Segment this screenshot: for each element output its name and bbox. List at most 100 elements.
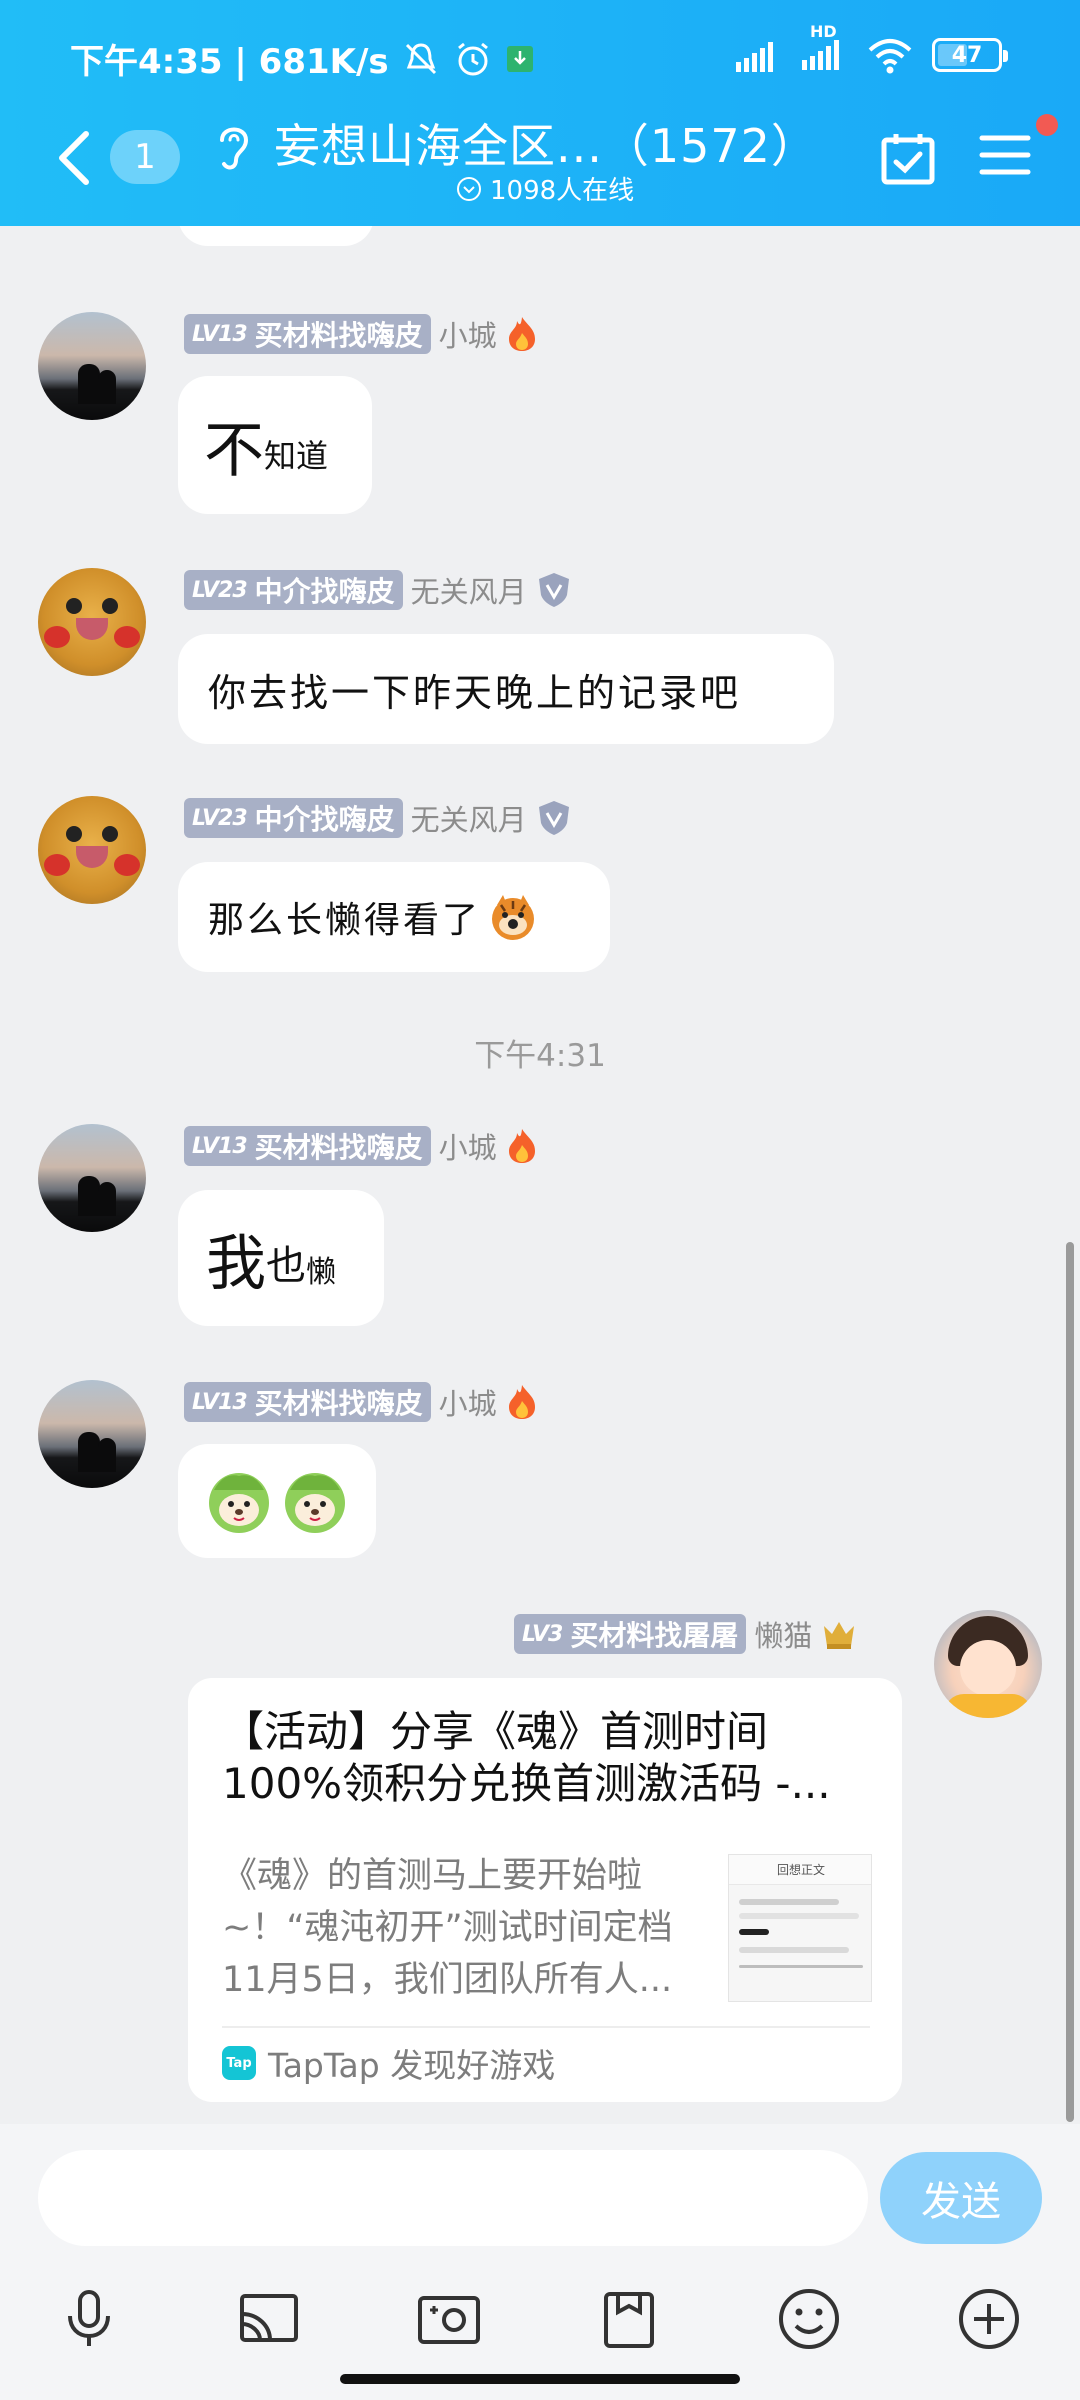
level-badge[interactable]: LV13 买材料找嗨皮 — [184, 1126, 431, 1166]
status-bar: 下午4:35 | 681K/s HD 47 — [0, 22, 1080, 90]
message-text: 你去找一下昨天晚上的记录吧 — [208, 670, 742, 715]
taptap-logo: Tap — [222, 2046, 256, 2080]
screen-cast-icon[interactable] — [236, 2286, 302, 2352]
level-badge-level: LV3 — [522, 1621, 563, 1647]
card-title: 【活动】分享《魂》首测时间100%领积分兑换首测激活码 -... — [222, 1707, 831, 1808]
signal-hd-icon — [802, 40, 839, 70]
emoji-icon[interactable] — [776, 2286, 842, 2352]
chat-scrollbar[interactable] — [1066, 1242, 1074, 2122]
sender-meta: LV13 买材料找嗨皮 小城 — [184, 1382, 539, 1422]
group-title[interactable]: 妄想山海全区...（1572） — [274, 110, 818, 176]
battery-icon: 47 — [932, 38, 1008, 72]
sender-meta: LV13 买材料找嗨皮 小城 — [184, 1126, 539, 1166]
composer: 发送 — [0, 2124, 1080, 2400]
calendar-check-icon[interactable] — [880, 130, 936, 186]
level-badge[interactable]: LV23 中介找嗨皮 — [184, 570, 403, 610]
avatar-eye — [102, 598, 118, 614]
title-bar: 1 妄想山海全区...（1572） 1098人在线 — [0, 100, 1080, 220]
menu-notification-dot — [1036, 114, 1058, 136]
level-badge-title: 中介找嗨皮 — [254, 803, 395, 836]
message-bubble[interactable]: 我 也 懒 — [178, 1190, 384, 1326]
download-notification-icon — [506, 45, 533, 72]
thumbnail-line — [739, 1913, 859, 1919]
level-badge[interactable]: LV3 买材料找屠屠 — [514, 1614, 747, 1654]
avatar-mouth — [76, 846, 108, 868]
online-chevron-icon — [457, 176, 481, 201]
network-hd-label: HD — [810, 22, 837, 41]
level-badge[interactable]: LV13 买材料找嗨皮 — [184, 1382, 431, 1422]
microphone-icon[interactable] — [56, 2286, 122, 2352]
composer-toolbar — [0, 2272, 1080, 2362]
avatar-shirt — [944, 1694, 1032, 1718]
avatar-face — [960, 1640, 1016, 1696]
avatar[interactable] — [38, 1380, 146, 1488]
mute-bell-icon — [405, 42, 436, 74]
avatar-eye — [66, 826, 82, 842]
signal-hd-group: HD — [800, 22, 848, 74]
sender-nickname[interactable]: 小城 — [439, 1381, 497, 1423]
avatar-cheek — [114, 626, 140, 648]
send-button[interactable]: 发送 — [880, 2152, 1042, 2244]
avatar-cheek — [44, 626, 70, 648]
sticker-bubble[interactable] — [178, 1444, 376, 1558]
level-badge-level: LV23 — [192, 577, 248, 603]
message-bubble[interactable]: 不 知道 — [178, 376, 372, 514]
avatar[interactable] — [38, 796, 146, 904]
plus-circle-icon[interactable] — [956, 2286, 1022, 2352]
sender-nickname[interactable]: 小城 — [439, 1125, 497, 1167]
back-arrow-icon[interactable] — [52, 128, 96, 188]
avatar[interactable] — [38, 312, 146, 420]
chat-messages[interactable]: LV13 买材料找嗨皮 小城 不 知道 LV23 中介找嗨皮 无关风月 你去找一… — [0, 226, 1080, 2124]
time-separator: 下午4:31 — [474, 1038, 606, 1074]
level-badge-level: LV13 — [192, 321, 248, 347]
status-right: HD 47 — [734, 22, 1008, 74]
cabbage-dog-sticker-icon — [209, 1473, 269, 1533]
signal-icon — [736, 42, 773, 72]
message-input[interactable] — [38, 2150, 868, 2246]
sender-meta: LV13 买材料找嗨皮 小城 — [184, 314, 539, 354]
card-source-label: TapTap 发现好游戏 — [268, 2046, 556, 2085]
clipboard-icon[interactable] — [596, 2286, 662, 2352]
ear-icon[interactable] — [214, 118, 254, 174]
message-text-small: 知道 — [264, 437, 329, 475]
message-text-small: 懒 — [306, 1255, 336, 1290]
sender-nickname[interactable]: 无关风月 — [411, 569, 527, 611]
crown-badge-icon — [824, 1622, 855, 1649]
avatar[interactable] — [934, 1610, 1042, 1718]
sender-nickname[interactable]: 懒猫 — [754, 1613, 812, 1655]
card-source: Tap TapTap 发现好游戏 — [222, 2036, 555, 2090]
message-text-large: 不 — [204, 415, 264, 486]
wifi-icon — [868, 39, 912, 74]
message-bubble[interactable]: 那么长懒得看了 — [178, 862, 610, 972]
level-badge[interactable]: LV23 中介找嗨皮 — [184, 798, 403, 838]
card-divider — [222, 2026, 870, 2028]
message-bubble[interactable]: 你去找一下昨天晚上的记录吧 — [178, 634, 834, 744]
avatar-cheek — [44, 854, 70, 876]
flame-icon — [508, 1129, 535, 1163]
shared-link-card[interactable]: 【活动】分享《魂》首测时间100%领积分兑换首测激活码 -... 《魂》的首测马… — [188, 1678, 902, 2102]
thumbnail-header: 回想正文 — [729, 1855, 871, 1885]
avatar[interactable] — [38, 568, 146, 676]
level-badge-title: 买材料找嗨皮 — [254, 1131, 423, 1164]
thumbnail-line — [739, 1947, 849, 1953]
battery-level: 47 — [951, 42, 983, 68]
thumbnail-line — [739, 1965, 863, 1968]
flame-icon — [508, 317, 535, 351]
message-bubble-partial[interactable] — [178, 226, 374, 246]
level-badge[interactable]: LV13 买材料找嗨皮 — [184, 314, 431, 354]
photo-icon[interactable] — [416, 2286, 482, 2352]
unread-count-badge[interactable]: 1 — [110, 130, 180, 184]
avatar[interactable] — [38, 1124, 146, 1232]
status-left: 下午4:35 | 681K/s — [70, 34, 535, 83]
sender-meta: LV3 买材料找屠屠 懒猫 — [514, 1614, 858, 1654]
menu-icon[interactable] — [978, 130, 1032, 180]
thumbnail-line — [739, 1899, 839, 1905]
sender-nickname[interactable]: 小城 — [439, 313, 497, 355]
vip-shield-icon — [538, 801, 569, 835]
cabbage-dog-sticker-icon — [285, 1473, 345, 1533]
sender-meta: LV23 中介找嗨皮 无关风月 — [184, 798, 573, 838]
home-indicator[interactable] — [340, 2374, 740, 2384]
vip-shield-icon — [538, 573, 569, 607]
level-badge-title: 中介找嗨皮 — [254, 575, 395, 608]
sender-nickname[interactable]: 无关风月 — [411, 797, 527, 839]
